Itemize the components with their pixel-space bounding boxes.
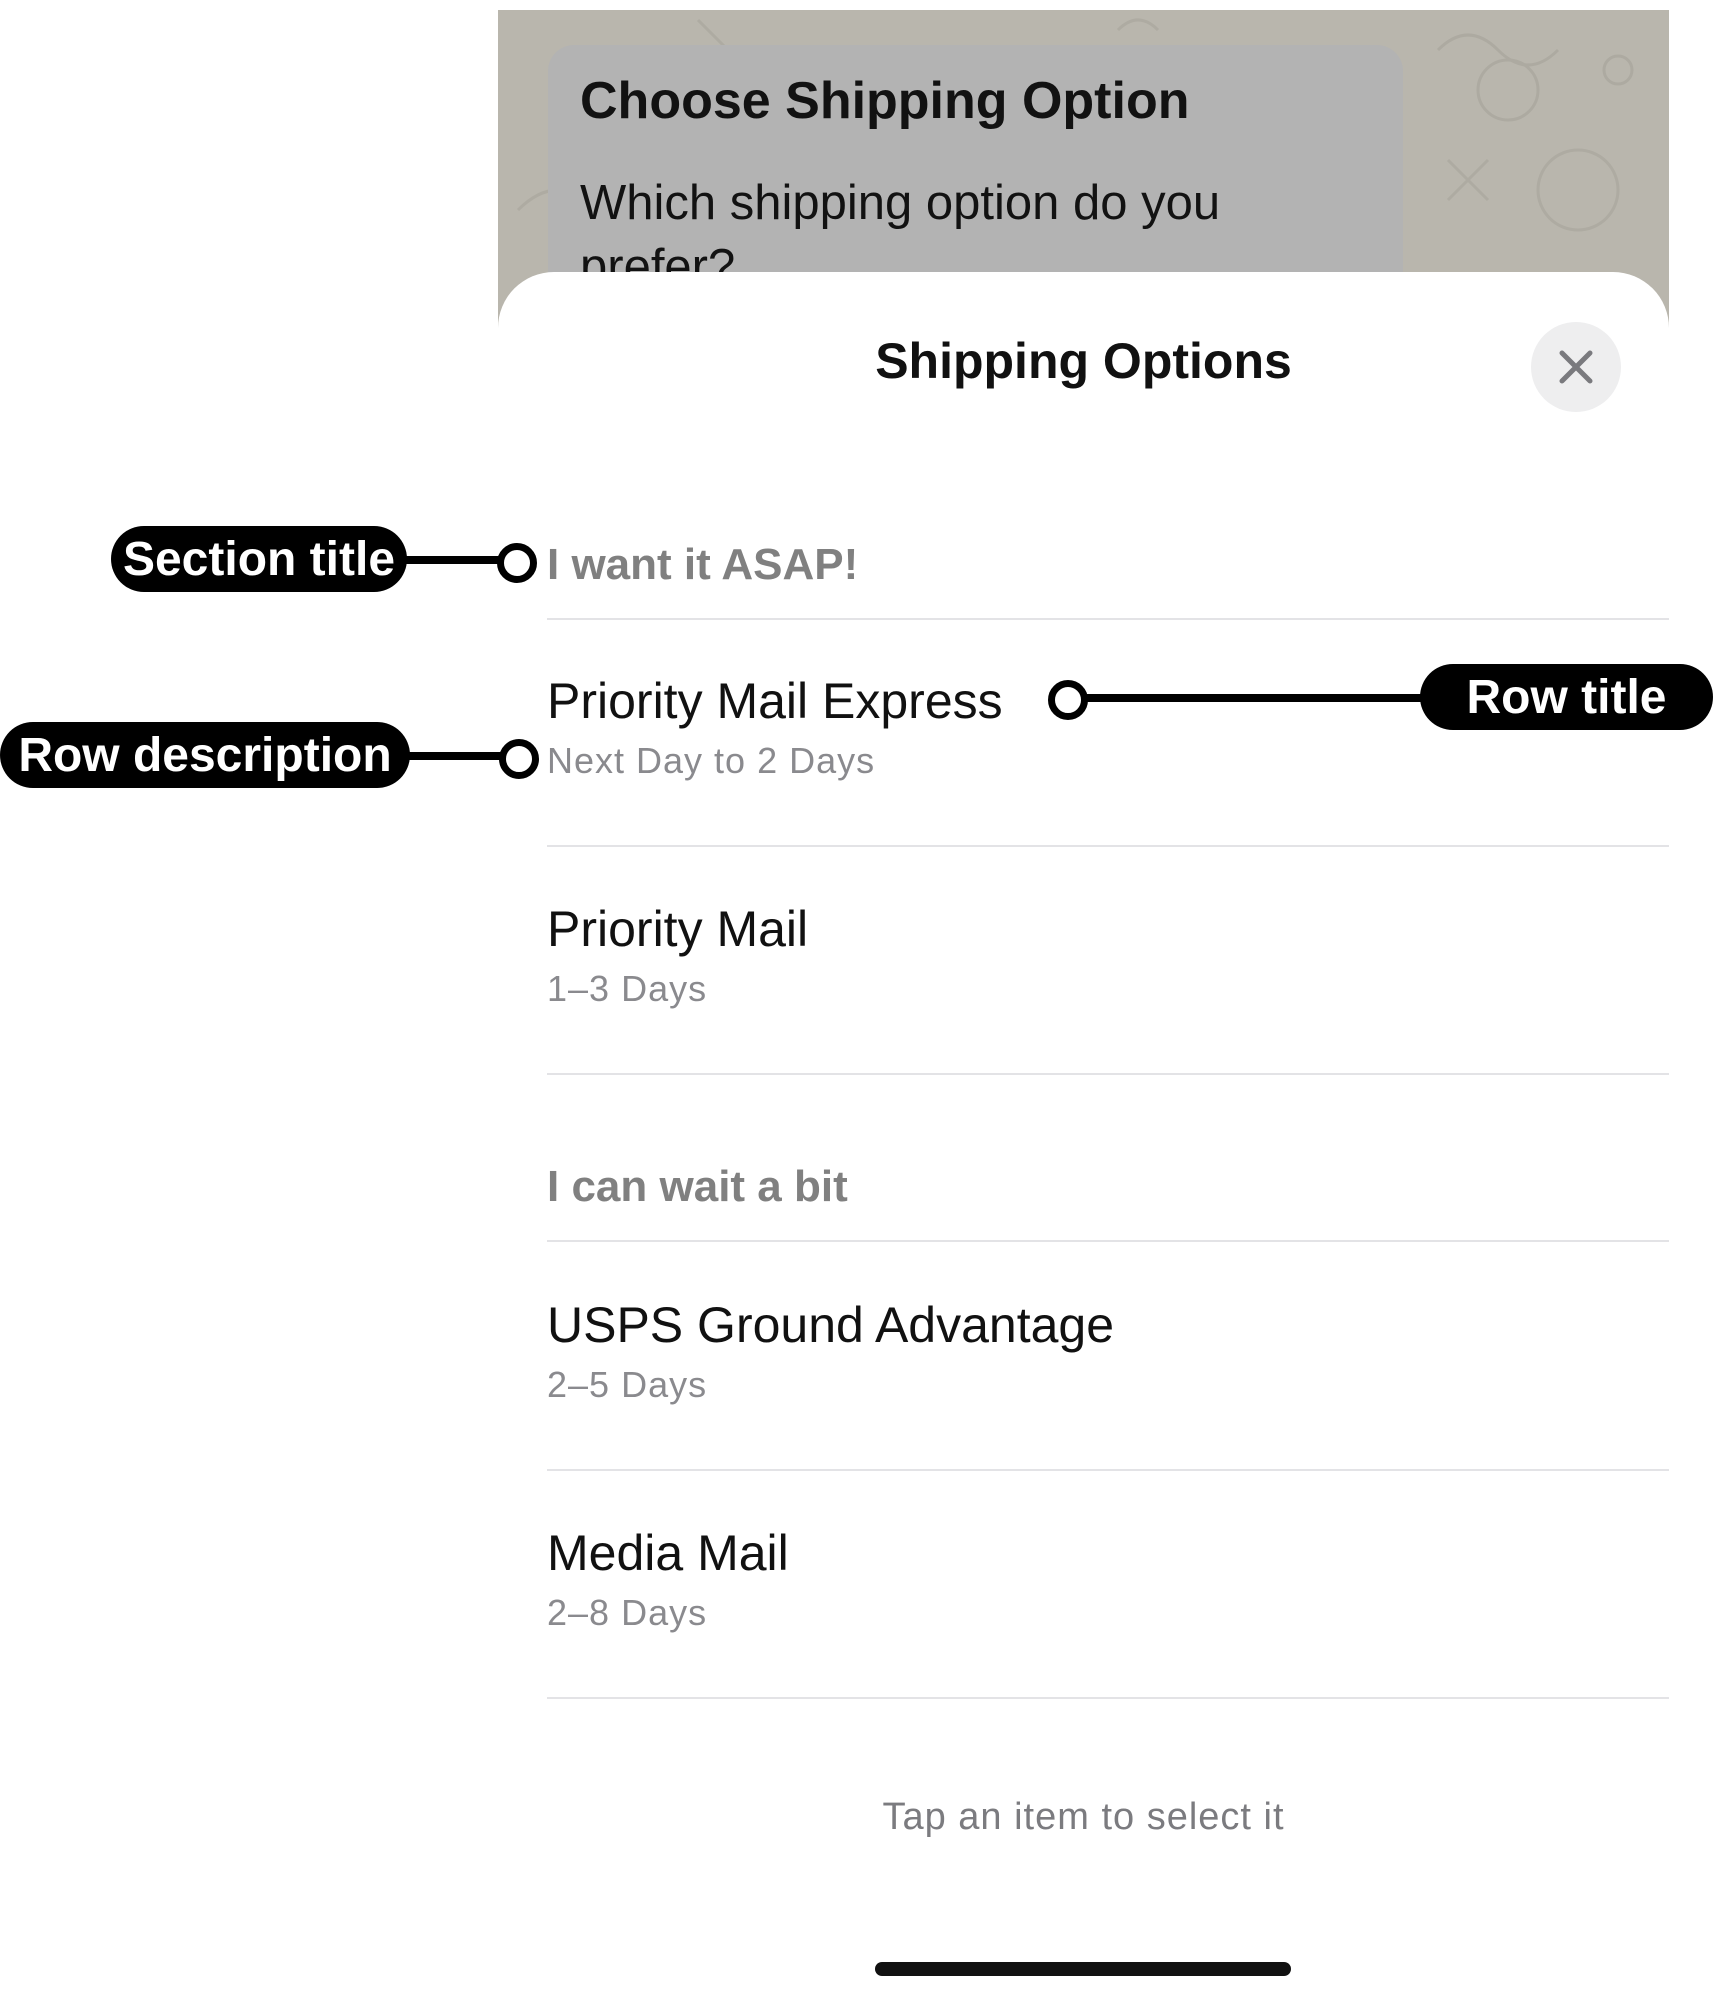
callout-dot <box>499 739 539 779</box>
callout-section-title: Section title <box>111 526 407 592</box>
phone-screen: Choose Shipping Option Which shipping op… <box>498 10 1669 1995</box>
shipping-option-row[interactable]: Priority Mail 1–3 Days <box>547 900 1669 1126</box>
callout-dot <box>497 543 537 583</box>
divider <box>547 1697 1669 1699</box>
row-title: USPS Ground Advantage <box>547 1297 1115 1353</box>
callout-connector <box>1080 694 1425 702</box>
home-indicator <box>875 1962 1291 1976</box>
callout-row-title: Row title <box>1420 664 1713 730</box>
shipping-options-sheet: Shipping Options I want it ASAP! Priorit… <box>498 272 1669 1995</box>
shipping-option-row[interactable]: USPS Ground Advantage 2–5 Days <box>547 1296 1669 1522</box>
divider <box>547 845 1669 847</box>
divider <box>547 618 1669 620</box>
divider <box>547 1469 1669 1471</box>
divider <box>547 1073 1669 1075</box>
close-icon <box>1559 350 1593 384</box>
close-button[interactable] <box>1531 322 1621 412</box>
row-title: Media Mail <box>547 1525 789 1581</box>
row-description: 1–3 Days <box>547 968 708 1009</box>
row-description: Next Day to 2 Days <box>547 740 876 781</box>
row-description: 2–5 Days <box>547 1364 708 1405</box>
divider <box>547 1240 1669 1242</box>
callout-connector <box>405 752 505 760</box>
row-title: Priority Mail <box>547 901 809 957</box>
callout-dot <box>1048 680 1088 720</box>
row-description: 2–8 Days <box>547 1592 708 1633</box>
callout-connector <box>405 556 505 564</box>
section-title: I can wait a bit <box>547 1162 848 1211</box>
row-title: Priority Mail Express <box>547 673 1003 729</box>
section-title: I want it ASAP! <box>547 540 859 589</box>
message-title: Choose Shipping Option <box>580 72 1190 130</box>
shipping-option-row[interactable]: Media Mail 2–8 Days <box>547 1524 1669 1750</box>
callout-row-description: Row description <box>0 722 410 788</box>
footer-hint: Tap an item to select it <box>882 1796 1285 1838</box>
sheet-title: Shipping Options <box>875 333 1292 389</box>
